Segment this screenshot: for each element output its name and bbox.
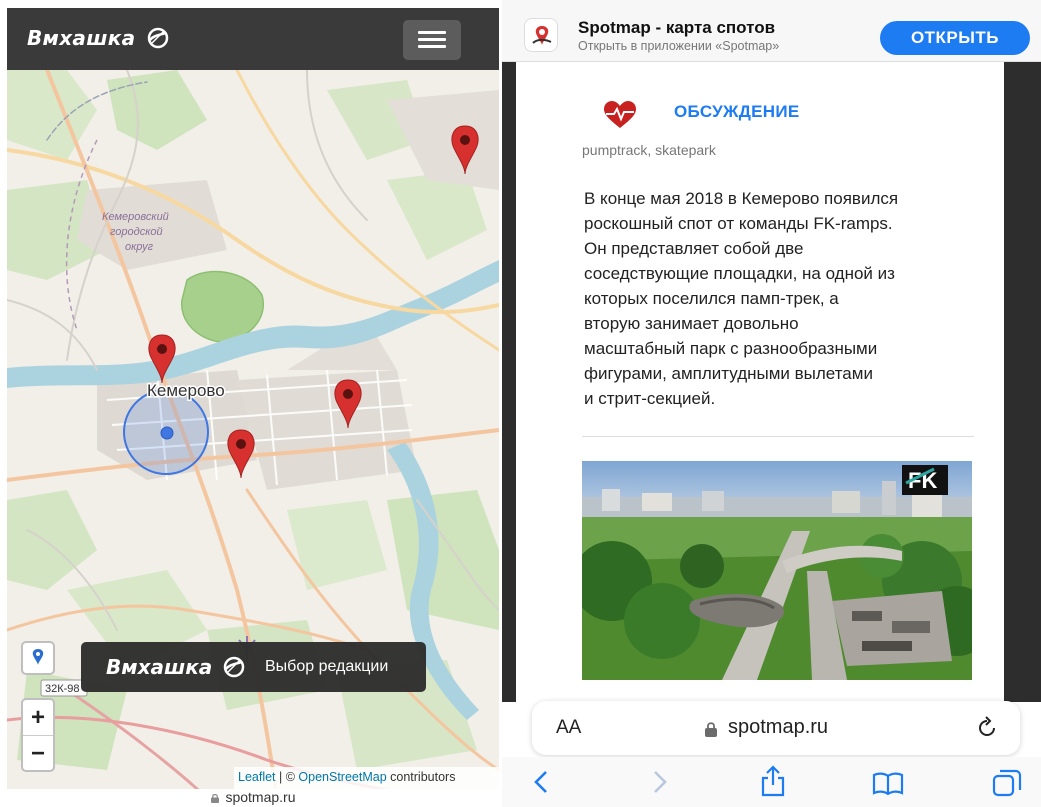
spotmap-app-icon[interactable] (524, 18, 558, 52)
menu-button[interactable] (403, 20, 461, 60)
smart-app-banner: Spotmap - карта спотов Открыть в приложе… (502, 0, 1041, 62)
browser-url-footer[interactable]: spotmap.ru (7, 789, 499, 807)
divider (582, 436, 974, 437)
location-pin-icon (32, 649, 44, 665)
skatepark-photo[interactable]: FK (582, 461, 972, 680)
locate-me-button[interactable] (21, 641, 55, 675)
hamburger-icon (418, 31, 446, 34)
spot-description: В конце мая 2018 в Кемерово появился рос… (584, 189, 899, 408)
road-badge: 32К-98 (45, 683, 80, 695)
bike-wheel-icon (147, 27, 168, 49)
site-header: Вмхашка (7, 8, 499, 70)
page-edge-dark (1004, 62, 1041, 702)
safari-toolbar (502, 757, 1041, 807)
forward-chevron-icon[interactable] (649, 769, 671, 795)
screenshot-root: Кемеровский городской округ Кемерово 32К… (0, 0, 1041, 807)
app-banner-subtitle: Открыть в приложении «Spotmap» (578, 39, 780, 53)
spot-tags: pumptrack, skatepark (582, 142, 716, 158)
lock-icon (705, 722, 717, 737)
safari-address-bar[interactable]: AA spotmap.ru (532, 701, 1020, 755)
open-app-button[interactable]: ОТКРЫТЬ (880, 21, 1030, 55)
district-label: городской (110, 226, 163, 238)
heartbeat-icon (604, 101, 636, 128)
spot-description-card: ОБСУЖДЕНИЕ pumptrack, skatepark В конце … (516, 62, 1004, 702)
reader-options-button[interactable]: AA (556, 717, 581, 739)
map-page: Кемеровский городской округ Кемерово 32К… (7, 8, 499, 807)
bookmarks-icon[interactable] (872, 771, 904, 795)
discussion-link[interactable]: ОБСУЖДЕНИЕ (674, 102, 800, 122)
osm-link[interactable]: OpenStreetMap (298, 770, 386, 784)
lock-icon (211, 794, 220, 803)
share-icon[interactable] (760, 765, 786, 797)
footer-url-text: spotmap.ru (225, 789, 296, 805)
back-chevron-icon[interactable] (530, 769, 552, 795)
site-logo[interactable]: Вмхашка (27, 26, 170, 50)
bike-wheel-icon (224, 656, 245, 678)
district-label: округ (125, 241, 154, 253)
url-text: spotmap.ru (728, 716, 829, 738)
map-attribution: Leaflet | © OpenStreetMap contributors (234, 767, 499, 789)
spotmap-page: Spotmap - карта спотов Открыть в приложе… (502, 0, 1041, 807)
editors-choice-banner[interactable]: Вмхашка Выбор редакции (81, 642, 426, 692)
reload-icon[interactable] (974, 715, 1000, 741)
district-label: Кемеровский (102, 211, 169, 223)
app-banner-title: Spotmap - карта спотов (578, 18, 776, 37)
zoom-control: + − (21, 698, 55, 772)
city-label: Кемерово (147, 381, 225, 400)
leaflet-link[interactable]: Leaflet (238, 770, 276, 784)
editors-choice-label: Выбор редакции (265, 658, 389, 675)
banner-logo: Вмхашка (106, 655, 246, 679)
zoom-out-button[interactable]: − (23, 736, 53, 771)
logo-text: Вмхашка (27, 26, 136, 50)
tabs-icon[interactable] (992, 769, 1022, 797)
zoom-in-button[interactable]: + (23, 700, 53, 735)
page-edge-dark (502, 62, 516, 702)
